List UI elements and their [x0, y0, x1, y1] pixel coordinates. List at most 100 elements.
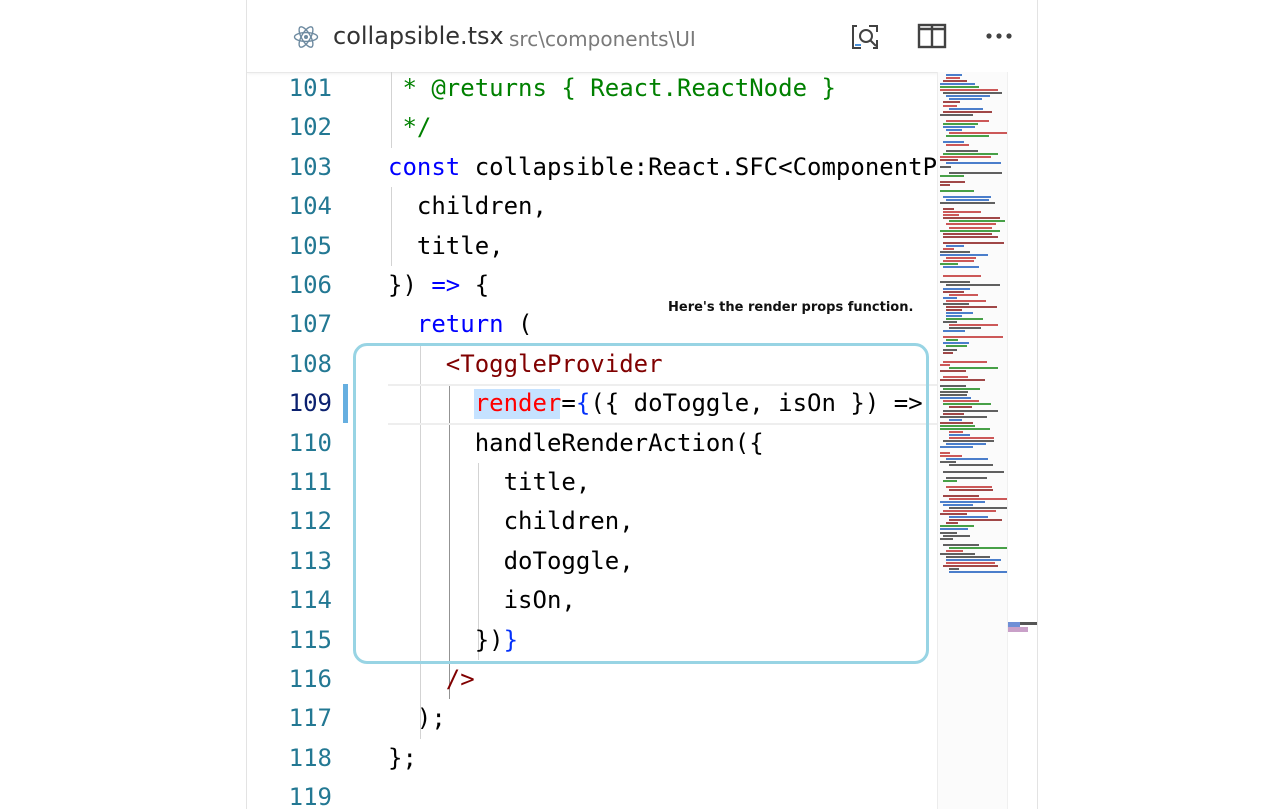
minimap-line	[946, 128, 962, 131]
minimap-line	[949, 497, 1009, 500]
line-number: 114	[288, 586, 332, 615]
minimap-line	[946, 257, 976, 259]
minimap-line	[943, 494, 979, 497]
minimap-line	[946, 314, 962, 317]
minimap-line	[946, 443, 986, 446]
minimap-line	[940, 250, 970, 253]
minimap-line	[946, 223, 996, 226]
minimap-line	[943, 275, 981, 278]
minimap-line	[946, 199, 989, 202]
code-text[interactable]: };	[388, 739, 417, 778]
minimap-line	[949, 131, 1009, 134]
minimap-line	[949, 568, 959, 571]
code-text[interactable]: />	[388, 660, 475, 699]
code-token: const	[388, 152, 461, 181]
code-line[interactable]: 102 */	[247, 108, 937, 147]
minimap-line	[949, 418, 962, 421]
code-token: * @returns { React.ReactNode }	[388, 74, 836, 102]
minimap-line	[940, 363, 950, 366]
minimap-line	[943, 266, 979, 269]
minimap-line	[949, 226, 992, 229]
minimap-line	[940, 229, 1000, 232]
minimap-line	[949, 436, 994, 439]
minimap-line	[943, 440, 994, 442]
minimap-line	[943, 80, 967, 83]
minimap-line	[940, 394, 967, 397]
minimap-line	[946, 485, 992, 488]
code-text[interactable]: return (	[388, 305, 533, 344]
minimap-line	[946, 345, 967, 348]
minimap-line	[949, 507, 1008, 510]
minimap-line	[943, 208, 954, 211]
minimap-line	[946, 299, 986, 302]
code-text[interactable]: */	[388, 108, 431, 147]
minimap-line	[943, 504, 973, 507]
minimap-line	[943, 125, 975, 128]
minimap-line	[946, 284, 1000, 287]
minimap-line	[949, 430, 963, 433]
tab-filename[interactable]: collapsible.tsx	[333, 22, 504, 50]
minimap-line	[943, 360, 987, 363]
split-editor-icon[interactable]	[914, 18, 950, 54]
code-token: title,	[388, 231, 504, 260]
minimap-line	[940, 174, 964, 177]
vertical-scrollbar[interactable]	[1007, 72, 1037, 809]
code-text[interactable]: children,	[388, 187, 547, 226]
code-line[interactable]: 117 );	[247, 699, 937, 738]
minimap-line	[943, 510, 996, 513]
code-line[interactable]: 105 title,	[247, 227, 937, 266]
minimap-line	[943, 534, 970, 537]
code-line[interactable]: 118};	[247, 739, 937, 778]
code-token: };	[388, 743, 417, 772]
minimap-line	[943, 296, 957, 299]
minimap-line	[943, 211, 981, 214]
code-token: })	[388, 271, 432, 299]
minimap-line	[943, 543, 979, 546]
code-text[interactable]: * @returns { React.ReactNode }	[388, 72, 836, 108]
code-line[interactable]: 104 children,	[247, 187, 937, 226]
minimap-line	[940, 156, 991, 159]
minimap-line	[940, 427, 990, 430]
minimap-line	[940, 452, 950, 455]
code-text[interactable]: );	[388, 699, 446, 738]
code-line[interactable]: 119	[247, 778, 937, 809]
minimap-line	[940, 461, 956, 464]
minimap-line	[946, 458, 988, 461]
code-text[interactable]: const collapsible:React.SFC<ComponentPro…	[388, 148, 937, 187]
code-line[interactable]: 101 * @returns { React.ReactNode }	[247, 72, 937, 108]
minimap-line	[940, 253, 988, 256]
minimap-line	[943, 388, 980, 391]
minimap-line	[943, 110, 992, 113]
editor-tab-bar: collapsible.tsx src\components\UI	[247, 0, 1037, 73]
code-text[interactable]: }) => {	[388, 266, 489, 305]
minimap-line	[940, 159, 958, 162]
minimap-line	[940, 537, 953, 540]
code-token: collapsible:React.SFC<ComponentProps> = …	[474, 152, 937, 181]
annotation-label: Here's the render props function.	[668, 300, 914, 315]
open-preview-icon[interactable]	[847, 18, 883, 54]
minimap-line	[940, 397, 971, 400]
scrollbar-marker	[1008, 622, 1037, 632]
code-text[interactable]: title,	[388, 227, 504, 266]
minimap-line	[946, 555, 990, 558]
minimap-line	[943, 403, 991, 406]
minimap-line	[946, 244, 964, 247]
minimap-line	[949, 324, 998, 327]
minimap-line	[946, 562, 995, 564]
code-token: );	[388, 704, 446, 733]
code-line[interactable]: 103 const collapsible:React.SFC<Component…	[247, 148, 937, 187]
minimap-line	[946, 119, 989, 122]
minimap-line	[949, 327, 981, 330]
minimap-line	[940, 369, 966, 372]
line-number: 106	[288, 271, 332, 299]
minimap-line	[940, 528, 968, 531]
minimap[interactable]	[937, 72, 1010, 809]
minimap-line	[949, 107, 983, 110]
react-icon	[293, 24, 319, 50]
minimap-line	[943, 470, 1004, 473]
line-number: 113	[288, 546, 332, 575]
more-actions-icon[interactable]	[981, 18, 1017, 54]
code-token: =>	[431, 271, 461, 299]
code-line[interactable]: 116 />	[247, 660, 937, 699]
line-number: 105	[288, 231, 332, 260]
